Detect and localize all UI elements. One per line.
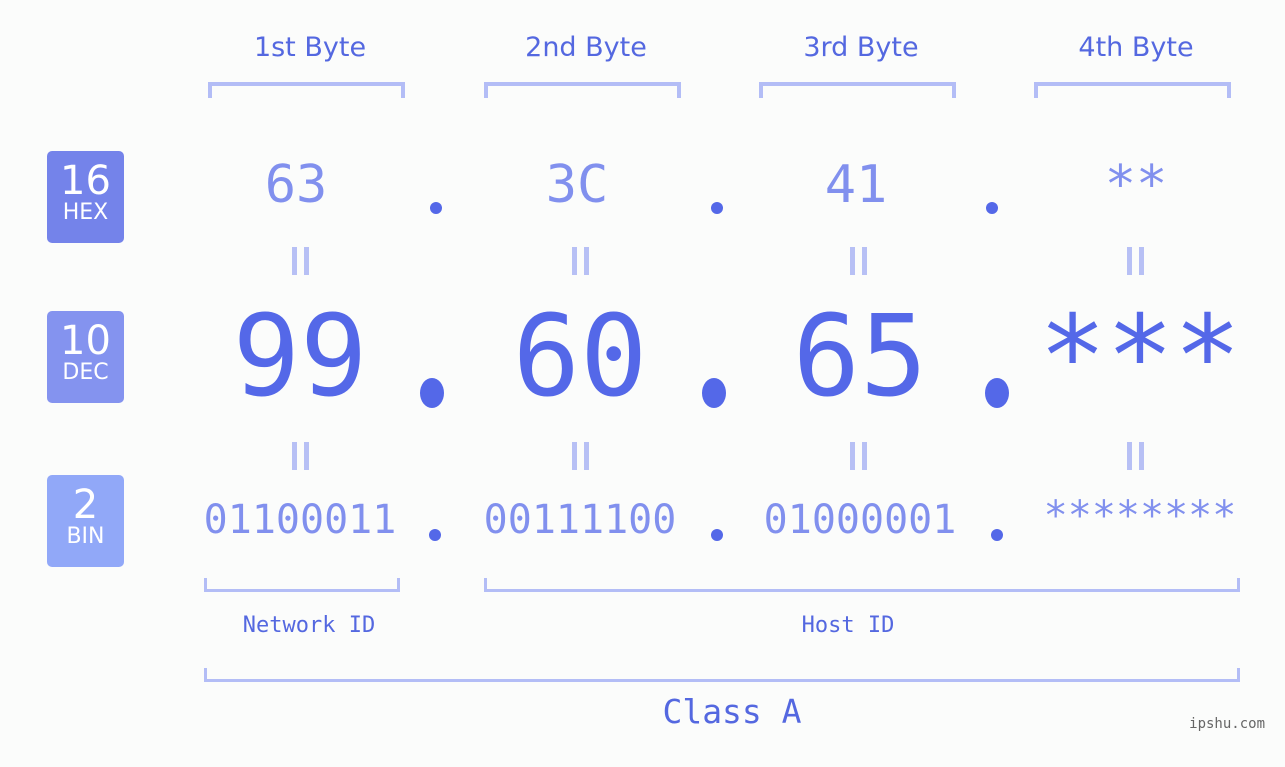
bin-byte-3: 01000001 [763, 497, 957, 543]
dec-base-number: 10 [60, 318, 111, 364]
bin-base-label: BIN [66, 524, 105, 549]
bin-dot-3 [991, 529, 1003, 541]
bin-badge: 2 BIN [47, 475, 124, 567]
network-id-label: Network ID [242, 613, 376, 638]
dec-byte-1: 99 [232, 292, 368, 422]
equals-icon [292, 442, 309, 470]
byte-label-4: 4th Byte [1078, 32, 1194, 63]
byte-bracket-1 [208, 82, 405, 98]
equals-icon [850, 442, 867, 470]
hex-dot-1 [430, 202, 442, 214]
watermark: ipshu.com [1189, 716, 1265, 732]
hex-dot-2 [711, 202, 723, 214]
hex-dot-3 [986, 202, 998, 214]
bin-base-number: 2 [72, 482, 99, 528]
byte-label-2: 2nd Byte [525, 32, 647, 63]
hex-base-label: HEX [62, 200, 109, 225]
dec-base-label: DEC [62, 360, 109, 385]
byte-label-3: 3rd Byte [803, 32, 919, 63]
dec-byte-4: *** [1038, 292, 1242, 422]
bin-byte-1: 01100011 [203, 497, 397, 543]
class-label: Class A [662, 692, 802, 731]
equals-icon [1127, 442, 1144, 470]
hex-byte-4: ** [1104, 155, 1168, 215]
dec-byte-3: 65 [792, 292, 928, 422]
host-id-label: Host ID [801, 613, 895, 638]
equals-icon [850, 247, 867, 275]
bin-dot-1 [429, 529, 441, 541]
equals-icon [292, 247, 309, 275]
byte-bracket-4 [1034, 82, 1231, 98]
class-bracket [204, 668, 1240, 682]
bin-byte-4: ******** [1043, 493, 1237, 539]
dec-dot-1 [420, 378, 444, 408]
dec-dot-2 [702, 378, 726, 408]
hex-byte-2: 3C [545, 155, 609, 215]
bin-byte-2: 00111100 [483, 497, 677, 543]
byte-bracket-2 [484, 82, 681, 98]
dec-badge: 10 DEC [47, 311, 124, 403]
network-id-bracket [204, 578, 400, 592]
equals-icon [572, 247, 589, 275]
byte-label-1: 1st Byte [253, 32, 367, 63]
byte-bracket-3 [759, 82, 956, 98]
bin-dot-2 [711, 529, 723, 541]
equals-icon [572, 442, 589, 470]
host-id-bracket [484, 578, 1240, 592]
dec-byte-2: 60 [512, 292, 648, 422]
hex-byte-3: 41 [824, 155, 888, 215]
hex-byte-1: 63 [264, 155, 328, 215]
equals-icon [1127, 247, 1144, 275]
hex-badge: 16 HEX [47, 151, 124, 243]
dec-dot-3 [985, 378, 1009, 408]
hex-base-number: 16 [60, 158, 111, 204]
